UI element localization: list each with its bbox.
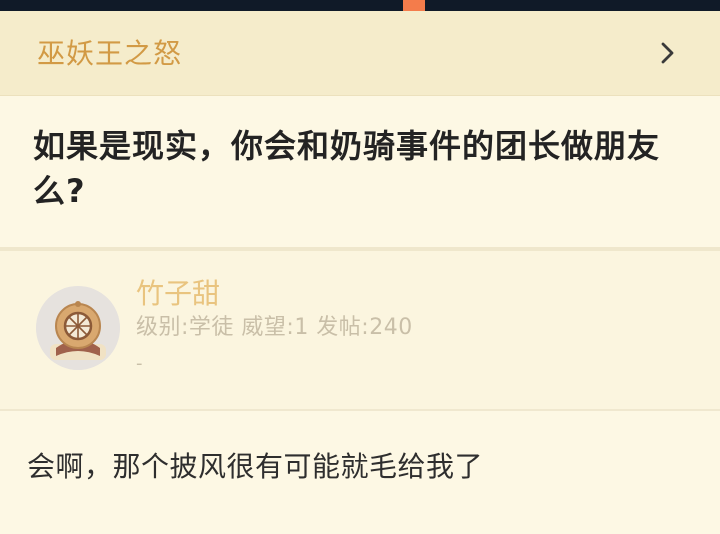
post-content: 会啊，那个披风很有可能就毛给我了 [27, 450, 484, 483]
diving-helmet-avatar-icon [36, 286, 120, 370]
thread-title-section: 如果是现实，你会和奶骑事件的团长做朋友么? [0, 96, 720, 247]
author-name[interactable]: 竹子甜 [136, 275, 220, 313]
avatar[interactable] [36, 286, 120, 370]
author-stats: 级别:学徒 威望:1 发帖:240 [136, 315, 413, 340]
status-bar [0, 0, 720, 11]
post-content-section: 会啊，那个披风很有可能就毛给我了 [0, 411, 720, 534]
chevron-right-icon[interactable] [655, 41, 679, 65]
author-signature: - [136, 353, 143, 374]
author-info: 竹子甜 级别:学徒 威望:1 发帖:240 - [0, 251, 720, 409]
forum-name[interactable]: 巫妖王之怒 [37, 34, 182, 74]
thread-title: 如果是现实，你会和奶骑事件的团长做朋友么? [33, 127, 661, 210]
forum-header[interactable]: 巫妖王之怒 [0, 11, 720, 96]
